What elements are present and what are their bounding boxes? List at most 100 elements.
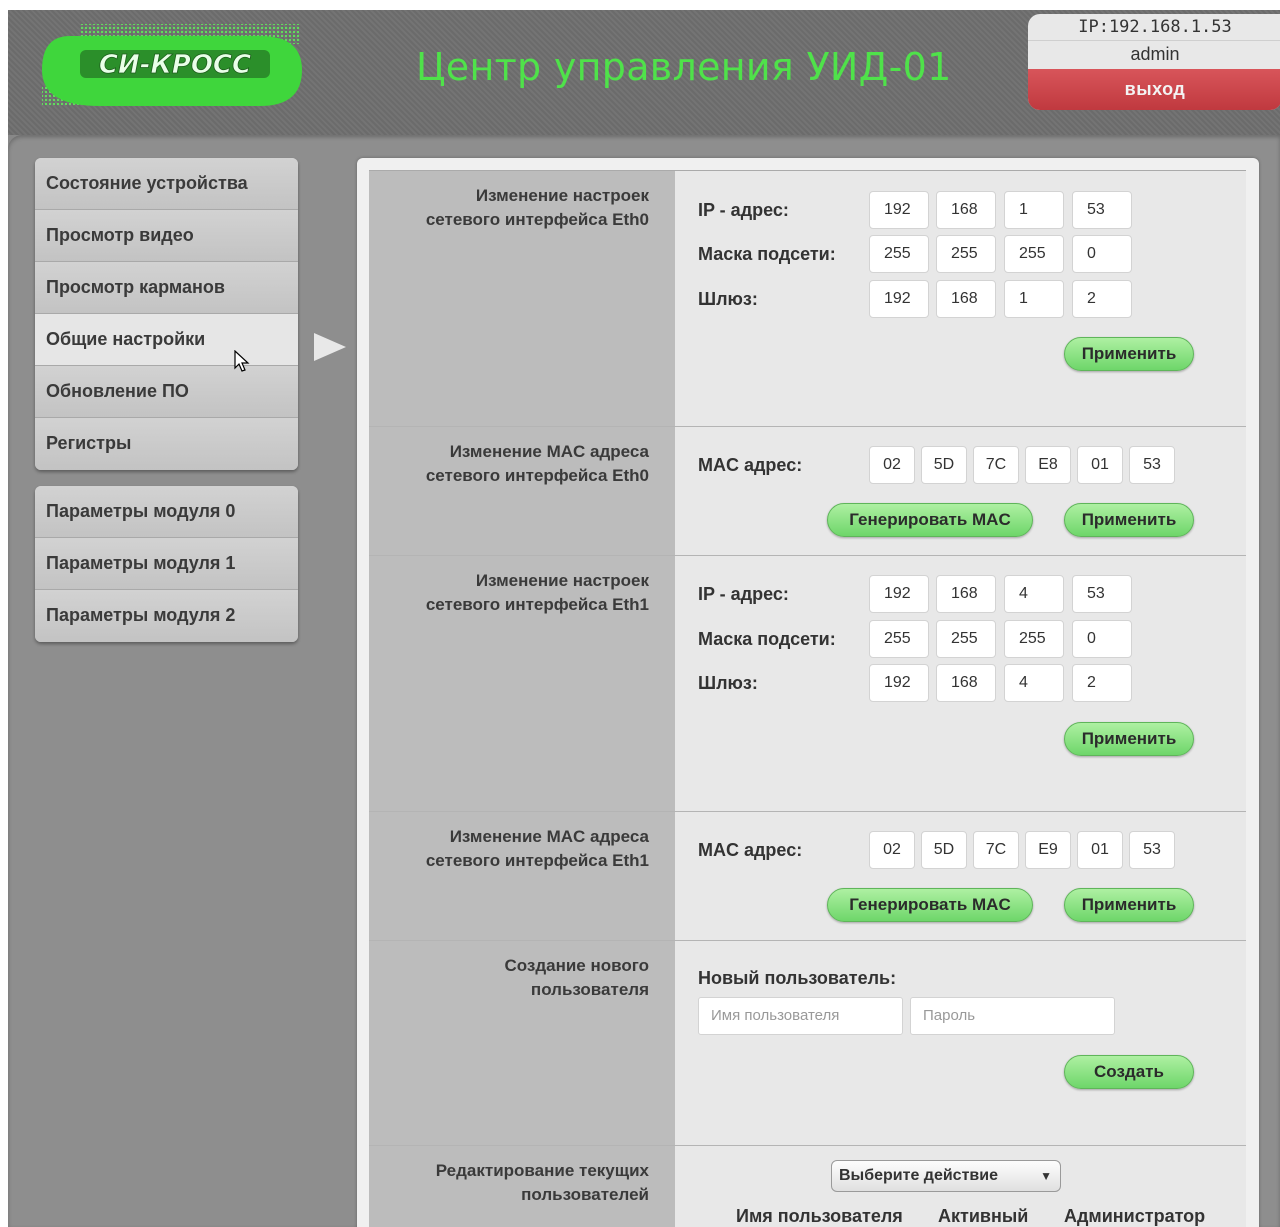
apply-button[interactable]: Применить: [1064, 722, 1194, 756]
logout-button[interactable]: выход: [1028, 69, 1280, 110]
mac-octet-2[interactable]: 5D: [921, 446, 967, 484]
gateway-octet-4[interactable]: 2: [1072, 664, 1132, 702]
mac-octet-4[interactable]: E9: [1025, 831, 1071, 869]
mask-label: Маска подсети:: [698, 244, 836, 264]
mac-octet-6[interactable]: 53: [1129, 446, 1175, 484]
ip-octet-1[interactable]: 192: [869, 575, 929, 613]
section-title-line1: Редактирование текущих: [435, 1161, 649, 1180]
sidebar-menu-main: Состояние устройства Просмотр видео Прос…: [35, 158, 298, 470]
mac-octet-3[interactable]: 7C: [973, 831, 1019, 869]
mask-octet-1[interactable]: 255: [869, 620, 929, 658]
section-body: Выберите действие ▼ Имя пользователя Акт…: [675, 1146, 1246, 1227]
section-title-line1: Изменение MAC адреса: [449, 442, 649, 461]
mask-octet-2[interactable]: 255: [936, 235, 996, 273]
ip-octet-1[interactable]: 192: [869, 191, 929, 229]
column-header-active: Активный: [938, 1206, 1029, 1226]
mask-octet-4[interactable]: 0: [1072, 235, 1132, 273]
ip-label: IP - адрес:: [698, 200, 789, 220]
sidebar-item-firmware-update[interactable]: Обновление ПО: [35, 366, 298, 418]
mac-octet-1[interactable]: 02: [869, 831, 915, 869]
section-title: Изменение MAC адреса сетевого интерфейса…: [369, 812, 675, 940]
gateway-label: Шлюз:: [698, 289, 758, 309]
sidebar-item-device-status[interactable]: Состояние устройства: [35, 158, 298, 210]
mac-label: MAC адрес:: [698, 840, 803, 860]
mask-octet-2[interactable]: 255: [936, 620, 996, 658]
section-title: Изменение настроек сетевого интерфейса E…: [369, 171, 675, 426]
ip-octet-3[interactable]: 4: [1004, 575, 1064, 613]
generate-mac-button[interactable]: Генерировать MAC: [827, 503, 1033, 537]
sidebar-item-module-2[interactable]: Параметры модуля 2: [35, 590, 298, 642]
section-eth0-mac: Изменение MAC адреса сетевого интерфейса…: [369, 427, 1246, 556]
gateway-octet-4[interactable]: 2: [1072, 280, 1132, 318]
action-select[interactable]: Выберите действие ▼: [831, 1160, 1061, 1192]
mask-octet-3[interactable]: 255: [1004, 235, 1064, 273]
section-title-line2: сетевого интерфейса Eth1: [425, 595, 649, 614]
section-title: Изменение настроек сетевого интерфейса E…: [369, 556, 675, 811]
sidebar-menu-modules: Параметры модуля 0 Параметры модуля 1 Па…: [35, 486, 298, 642]
current-username: admin: [1130, 44, 1180, 64]
mac-label: MAC адрес:: [698, 455, 803, 475]
gateway-octet-1[interactable]: 192: [869, 664, 929, 702]
sidebar-item-module-1[interactable]: Параметры модуля 1: [35, 538, 298, 590]
action-select-value: Выберите действие: [839, 1167, 998, 1184]
column-header-username: Имя пользователя: [736, 1206, 903, 1226]
section-body: IP - адрес: 192 168 4 53 Маска подсети: …: [675, 556, 1246, 811]
gateway-octet-2[interactable]: 168: [936, 664, 996, 702]
gateway-octet-3[interactable]: 4: [1004, 664, 1064, 702]
page-title: Центр управления УИД-01: [416, 45, 952, 89]
mask-octet-4[interactable]: 0: [1072, 620, 1132, 658]
new-user-label: Новый пользователь:: [698, 968, 897, 988]
section-eth1-network: Изменение настроек сетевого интерфейса E…: [369, 556, 1246, 812]
gateway-label: Шлюз:: [698, 673, 758, 693]
svg-text:СИ-КРОСС: СИ-КРОСС: [99, 50, 251, 80]
user-panel: IP:192.168.1.53 admin выход: [1028, 14, 1280, 110]
apply-button[interactable]: Применить: [1064, 888, 1194, 922]
mac-octet-1[interactable]: 02: [869, 446, 915, 484]
sidebar-item-general-settings[interactable]: Общие настройки: [35, 314, 298, 366]
mac-octet-2[interactable]: 5D: [921, 831, 967, 869]
mac-octet-3[interactable]: 7C: [973, 446, 1019, 484]
section-body: Новый пользователь: Имя пользователя Пар…: [675, 941, 1246, 1145]
ip-octet-2[interactable]: 168: [936, 191, 996, 229]
create-user-button[interactable]: Создать: [1064, 1055, 1194, 1089]
section-body: IP - адрес: 192 168 1 53 Маска подсети: …: [675, 171, 1246, 426]
section-title-line1: Создание нового: [504, 956, 649, 975]
section-title-line1: Изменение настроек: [475, 186, 649, 205]
sidebar-item-pockets-view[interactable]: Просмотр карманов: [35, 262, 298, 314]
section-title-line2: сетевого интерфейса Eth1: [425, 851, 649, 870]
mac-octet-4[interactable]: E8: [1025, 446, 1071, 484]
sidebar-item-registers[interactable]: Регистры: [35, 418, 298, 470]
ip-octet-4[interactable]: 53: [1072, 191, 1132, 229]
username-input[interactable]: Имя пользователя: [698, 997, 903, 1035]
apply-button[interactable]: Применить: [1064, 337, 1194, 371]
section-title-line2: сетевого интерфейса Eth0: [425, 466, 649, 485]
section-title-line1: Изменение MAC адреса: [449, 827, 649, 846]
ip-octet-2[interactable]: 168: [936, 575, 996, 613]
password-input[interactable]: Пароль: [910, 997, 1115, 1035]
mask-octet-3[interactable]: 255: [1004, 620, 1064, 658]
apply-button[interactable]: Применить: [1064, 503, 1194, 537]
generate-mac-button[interactable]: Генерировать MAC: [827, 888, 1033, 922]
gateway-octet-1[interactable]: 192: [869, 280, 929, 318]
mask-octet-1[interactable]: 255: [869, 235, 929, 273]
sidebar-item-module-0[interactable]: Параметры модуля 0: [35, 486, 298, 538]
ip-address-display: IP:192.168.1.53: [1028, 14, 1280, 41]
mask-label: Маска подсети:: [698, 629, 836, 649]
gateway-octet-3[interactable]: 1: [1004, 280, 1064, 318]
ip-octet-4[interactable]: 53: [1072, 575, 1132, 613]
active-item-arrow-icon: [314, 333, 346, 361]
mac-octet-6[interactable]: 53: [1129, 831, 1175, 869]
gateway-octet-2[interactable]: 168: [936, 280, 996, 318]
sicross-logo: СИ-КРОСС: [42, 24, 302, 106]
section-edit-users: Редактирование текущих пользователей Выб…: [369, 1146, 1246, 1227]
column-header-admin: Администратор: [1064, 1206, 1206, 1226]
mac-octet-5[interactable]: 01: [1077, 446, 1123, 484]
sidebar-item-video-view[interactable]: Просмотр видео: [35, 210, 298, 262]
mouse-cursor-icon: [234, 350, 250, 372]
mac-octet-5[interactable]: 01: [1077, 831, 1123, 869]
section-title: Создание нового пользователя: [369, 941, 675, 1145]
section-title-line1: Изменение настроек: [475, 571, 649, 590]
body-area: Состояние устройства Просмотр видео Прос…: [8, 135, 1280, 1227]
section-body: MAC адрес: 02 5D 7C E8 01 53 Генерироват…: [675, 427, 1246, 555]
ip-octet-3[interactable]: 1: [1004, 191, 1064, 229]
